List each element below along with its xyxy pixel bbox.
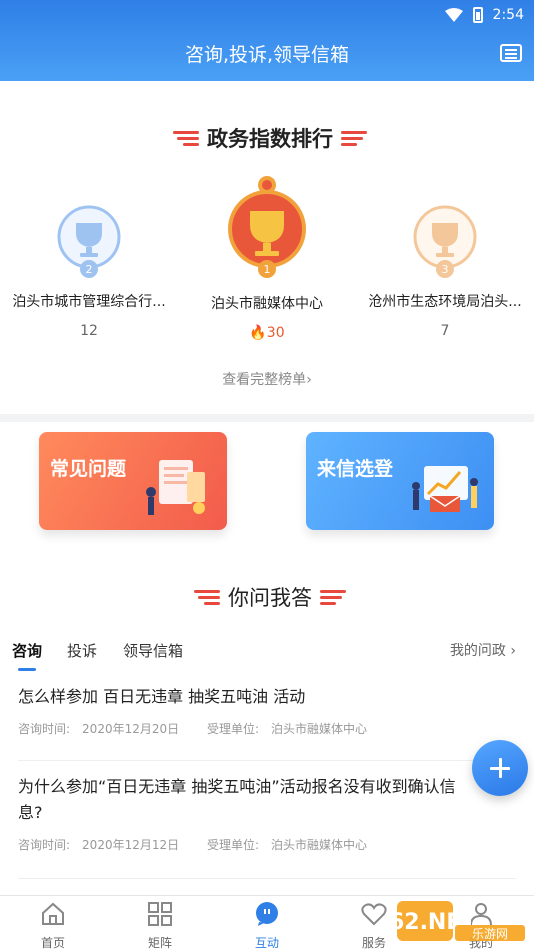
- faq-card[interactable]: 常见问题: [39, 432, 227, 530]
- qa-header: 你问我答: [0, 582, 534, 612]
- rank-item-2[interactable]: 2 泊头市城市管理综合行... 12: [0, 205, 178, 339]
- qa-tabs: 咨询 投诉 领导信箱 我的问政 ›: [0, 640, 534, 674]
- my-questions-link[interactable]: 我的问政 ›: [450, 640, 516, 660]
- selected-letters-card[interactable]: 来信选登: [306, 432, 494, 530]
- rank-score: 7: [440, 323, 450, 339]
- faq-illustration-icon: [146, 460, 205, 515]
- letters-card-label: 来信选登: [317, 458, 394, 480]
- divider: [18, 760, 516, 761]
- status-time: 2:54: [492, 7, 524, 23]
- list-item[interactable]: 为什么参加“百日无违章 抽奖五吨油”活动报名没有收到确认信息? 咨询时间: 202…: [18, 774, 474, 853]
- top-app-bar: 2:54 咨询,投诉,领导信箱: [0, 0, 534, 81]
- status-bar: 2:54: [444, 4, 524, 26]
- ranking-section: 政务指数排行 2 泊头市城市管理综合行... 12 1 泊头市融媒体中心 🔥30…: [0, 81, 534, 414]
- title-decoration-left: [167, 130, 199, 146]
- fire-icon: 🔥: [249, 325, 267, 341]
- question-meta: 咨询时间: 2020年12月20日 受理单位: 泊头市融媒体中心: [18, 722, 368, 736]
- rank-number: 2: [86, 263, 93, 276]
- site-watermark-logo: 962.NET 乐游网: [395, 901, 525, 941]
- gold-trophy-icon: 1: [228, 176, 306, 278]
- nav-home[interactable]: 首页: [13, 902, 93, 949]
- tab-complaint[interactable]: 投诉: [67, 640, 97, 661]
- chat-icon: [256, 902, 278, 926]
- ranking-title: 政务指数排行: [207, 127, 333, 151]
- rank-item-3[interactable]: 3 沧州市生态环境局泊头... 7: [356, 205, 534, 339]
- notebook-icon[interactable]: [500, 44, 522, 62]
- active-tab-indicator: [18, 668, 36, 671]
- shortcut-cards: 常见问题 来信选登: [0, 422, 534, 562]
- heart-icon: [361, 903, 387, 926]
- question-text: 为什么参加“百日无违章 抽奖五吨油”活动报名没有收到确认信息?: [18, 777, 456, 822]
- ranking-header: 政务指数排行: [0, 123, 534, 153]
- rank-name: 泊头市城市管理综合行...: [12, 294, 166, 310]
- qa-title: 你问我答: [228, 586, 312, 610]
- chevron-right-icon: ›: [306, 372, 312, 388]
- tab-leader-mailbox[interactable]: 领导信箱: [123, 640, 183, 661]
- silver-trophy-icon: 2: [57, 205, 121, 278]
- tab-consult[interactable]: 咨询: [12, 640, 42, 661]
- qa-section: 你问我答 咨询 投诉 领导信箱 我的问政 › 怎么样参加 百日无违章 抽奖五吨油…: [0, 562, 534, 895]
- rank-score-hot: 🔥30: [249, 325, 285, 341]
- nav-matrix[interactable]: 矩阵: [120, 902, 200, 949]
- home-icon: [42, 902, 64, 925]
- chevron-right-icon: ›: [510, 643, 516, 659]
- view-full-ranking-link[interactable]: 查看完整榜单›: [0, 369, 534, 389]
- title-decoration-right: [320, 589, 346, 605]
- rank-item-1[interactable]: 1 泊头市融媒体中心 🔥30: [178, 175, 356, 341]
- rank-score: 12: [80, 323, 98, 339]
- faq-card-label: 常见问题: [50, 458, 127, 480]
- rank-name: 泊头市融媒体中心: [211, 296, 323, 312]
- nav-interact[interactable]: 互动: [227, 902, 307, 949]
- question-meta: 咨询时间: 2020年12月12日 受理单位: 泊头市融媒体中心: [18, 838, 368, 852]
- title-decoration-left: [188, 589, 220, 605]
- question-text: 怎么样参加 百日无违章 抽奖五吨油 活动: [18, 687, 306, 706]
- rank-name: 沧州市生态环境局泊头...: [368, 294, 522, 310]
- letters-illustration-icon: [412, 466, 478, 512]
- bronze-trophy-icon: 3: [413, 205, 477, 278]
- divider: [18, 878, 516, 879]
- wifi-icon: [444, 8, 463, 22]
- rank-number: 3: [442, 263, 449, 276]
- rank-number: 1: [264, 263, 271, 276]
- grid-icon: [148, 902, 172, 926]
- watermark-sub: 乐游网: [472, 927, 508, 941]
- page-title: 咨询,投诉,领导信箱: [184, 44, 350, 66]
- add-question-button[interactable]: [472, 740, 528, 796]
- list-item[interactable]: 怎么样参加 百日无违章 抽奖五吨油 活动 咨询时间: 2020年12月20日 受理…: [18, 684, 516, 737]
- title-decoration-right: [341, 130, 367, 146]
- battery-icon: [472, 7, 483, 23]
